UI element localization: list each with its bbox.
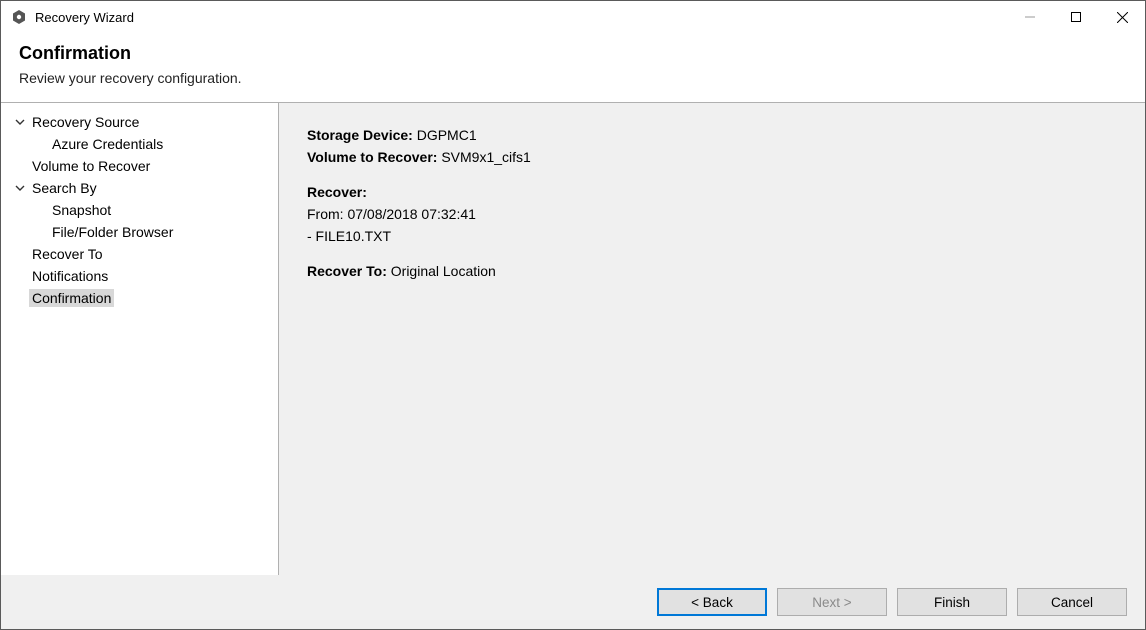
- sidebar-item-confirmation[interactable]: Confirmation: [1, 287, 278, 309]
- sidebar-nav: Recovery Source Azure Credentials Volume…: [1, 103, 279, 575]
- sidebar-item-label: File/Folder Browser: [49, 223, 176, 241]
- sidebar-item-file-folder-browser[interactable]: File/Folder Browser: [1, 221, 278, 243]
- storage-device-row: Storage Device: DGPMC1: [307, 125, 1117, 147]
- titlebar[interactable]: Recovery Wizard: [1, 1, 1145, 33]
- sidebar-item-label: Recovery Source: [29, 113, 142, 131]
- sidebar-item-label: Notifications: [29, 267, 111, 285]
- sidebar-item-volume-to-recover[interactable]: Volume to Recover: [1, 155, 278, 177]
- body: Recovery Source Azure Credentials Volume…: [1, 102, 1145, 575]
- spacer: [307, 168, 1117, 182]
- footer-buttons: < Back Next > Finish Cancel: [1, 575, 1145, 629]
- chevron-down-icon: [15, 183, 29, 193]
- finish-button[interactable]: Finish: [897, 588, 1007, 616]
- recover-to-value: Original Location: [391, 263, 496, 279]
- sidebar-item-search-by[interactable]: Search By: [1, 177, 278, 199]
- from-row: From: 07/08/2018 07:32:41: [307, 204, 1117, 226]
- page-subtitle: Review your recovery configuration.: [19, 70, 1127, 86]
- sidebar-item-label: Volume to Recover: [29, 157, 153, 175]
- sidebar-item-azure-credentials[interactable]: Azure Credentials: [1, 133, 278, 155]
- back-button[interactable]: < Back: [657, 588, 767, 616]
- maximize-button[interactable]: [1053, 1, 1099, 33]
- sidebar-item-label: Azure Credentials: [49, 135, 166, 153]
- volume-label: Volume to Recover:: [307, 149, 437, 165]
- from-value: 07/08/2018 07:32:41: [347, 206, 475, 222]
- sidebar-item-recover-to[interactable]: Recover To: [1, 243, 278, 265]
- sidebar-item-label: Snapshot: [49, 201, 114, 219]
- minimize-button[interactable]: [1007, 1, 1053, 33]
- sidebar-item-snapshot[interactable]: Snapshot: [1, 199, 278, 221]
- recover-label: Recover:: [307, 184, 367, 200]
- volume-value: SVM9x1_cifs1: [441, 149, 530, 165]
- cancel-button[interactable]: Cancel: [1017, 588, 1127, 616]
- sidebar-item-recovery-source[interactable]: Recovery Source: [1, 111, 278, 133]
- close-button[interactable]: [1099, 1, 1145, 33]
- recover-to-row: Recover To: Original Location: [307, 261, 1117, 283]
- file-item: - FILE10.TXT: [307, 228, 391, 244]
- chevron-down-icon: [15, 117, 29, 127]
- app-icon: [11, 9, 27, 25]
- storage-device-label: Storage Device:: [307, 127, 413, 143]
- sidebar-item-label: Search By: [29, 179, 100, 197]
- volume-row: Volume to Recover: SVM9x1_cifs1: [307, 147, 1117, 169]
- window-frame: Recovery Wizard Confirmation Review your…: [0, 0, 1146, 630]
- window-title: Recovery Wizard: [35, 10, 134, 25]
- spacer: [307, 247, 1117, 261]
- next-button: Next >: [777, 588, 887, 616]
- sidebar-item-label: Confirmation: [29, 289, 114, 307]
- sidebar-item-label: Recover To: [29, 245, 106, 263]
- sidebar-item-notifications[interactable]: Notifications: [1, 265, 278, 287]
- from-label: From:: [307, 206, 344, 222]
- page-header: Confirmation Review your recovery config…: [1, 33, 1145, 102]
- content-pane: Storage Device: DGPMC1 Volume to Recover…: [279, 103, 1145, 575]
- recover-to-label: Recover To:: [307, 263, 387, 279]
- page-title: Confirmation: [19, 43, 1127, 64]
- file-item-row: - FILE10.TXT: [307, 226, 1117, 248]
- storage-device-value: DGPMC1: [417, 127, 477, 143]
- window-controls: [1007, 1, 1145, 33]
- recover-row: Recover:: [307, 182, 1117, 204]
